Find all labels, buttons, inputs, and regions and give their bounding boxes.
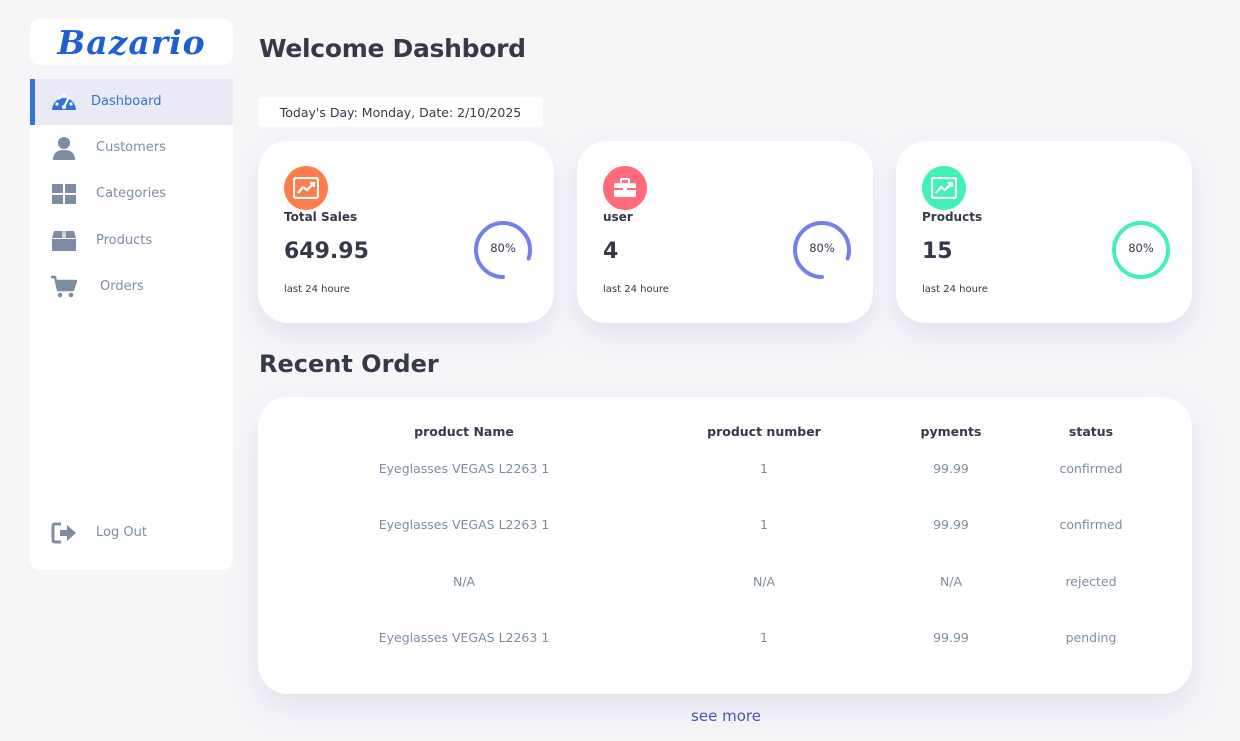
card-title: Total Sales (284, 210, 358, 224)
sidebar: Dashboard Customers Categories Products … (30, 79, 233, 570)
chart-line-icon (284, 166, 328, 210)
logo-container: Bazario (30, 19, 233, 65)
logout-icon (50, 521, 78, 545)
column-header: status (1068, 424, 1114, 439)
card-products: Products 15 last 24 houre 80% (896, 141, 1192, 323)
card-title: Products (922, 210, 983, 224)
progress-percent: 80% (1128, 241, 1154, 255)
sidebar-item-products[interactable]: Products (30, 218, 233, 264)
card-subtitle: last 24 houre (284, 284, 350, 295)
box-icon (50, 229, 78, 253)
briefcase-icon (603, 166, 647, 210)
brand-logo: Bazario (57, 22, 206, 62)
grid-icon (50, 182, 78, 206)
date-display: Today's Day: Monday, Date: 2/10/2025 (258, 97, 543, 127)
card-total-sales: Total Sales 649.95 last 24 houre 80% (258, 141, 554, 323)
card-user: user 4 last 24 houre 80% (577, 141, 873, 323)
status-cell: confirmed (1059, 461, 1123, 476)
progress-percent: 80% (490, 241, 516, 255)
user-icon (50, 136, 78, 160)
card-subtitle: last 24 houre (922, 284, 988, 295)
sidebar-item-categories[interactable]: Categories (30, 171, 233, 217)
column-header: pyments (920, 424, 982, 439)
table-cell: N/A (752, 574, 776, 589)
table-cell: 1 (760, 630, 768, 645)
sidebar-item-label: Orders (100, 279, 144, 294)
table-cell: N/A (939, 574, 963, 589)
recent-order-title: Recent Order (259, 350, 439, 378)
sidebar-item-label: Dashboard (91, 94, 162, 109)
sidebar-item-customers[interactable]: Customers (30, 125, 233, 171)
card-value: 15 (922, 239, 953, 264)
table-cell: Eyeglasses VEGAS L2263 1 (378, 461, 550, 476)
table-cell: Eyeglasses VEGAS L2263 1 (378, 517, 550, 532)
status-cell: rejected (1065, 574, 1117, 589)
table-cell: N/A (452, 574, 476, 589)
column-header: product number (707, 424, 821, 439)
card-value: 4 (603, 239, 619, 264)
table-cell: 99.99 (933, 630, 969, 645)
card-value: 649.95 (284, 239, 369, 264)
date-text: Today's Day: Monday, Date: 2/10/2025 (279, 104, 522, 120)
sidebar-item-orders[interactable]: Orders (30, 264, 233, 310)
status-cell: pending (1065, 630, 1117, 645)
sidebar-item-label: Categories (96, 186, 167, 201)
table-cell: 1 (760, 517, 768, 532)
column-header: product Name (414, 424, 514, 439)
dashboard-gauge-icon (50, 90, 78, 114)
logout-button[interactable]: Log Out (30, 510, 233, 556)
progress-percent: 80% (809, 241, 835, 255)
table-cell: 1 (760, 461, 768, 476)
orders-table: product Name product number pyments stat… (258, 397, 1192, 694)
cart-icon (50, 275, 78, 299)
see-more-link[interactable]: see more (626, 707, 826, 725)
sidebar-item-dashboard[interactable]: Dashboard (30, 79, 233, 125)
table-cell: Eyeglasses VEGAS L2263 1 (378, 630, 550, 645)
card-subtitle: last 24 houre (603, 284, 669, 295)
table-cell: 99.99 (933, 461, 969, 476)
page-title: Welcome Dashbord (259, 34, 526, 63)
status-cell: confirmed (1059, 517, 1123, 532)
sidebar-item-label: Products (96, 233, 153, 248)
table-cell: 99.99 (933, 517, 969, 532)
logout-label: Log Out (96, 525, 147, 540)
sidebar-item-label: Customers (96, 140, 166, 155)
chart-line-icon (922, 166, 966, 210)
card-title: user (603, 210, 633, 224)
